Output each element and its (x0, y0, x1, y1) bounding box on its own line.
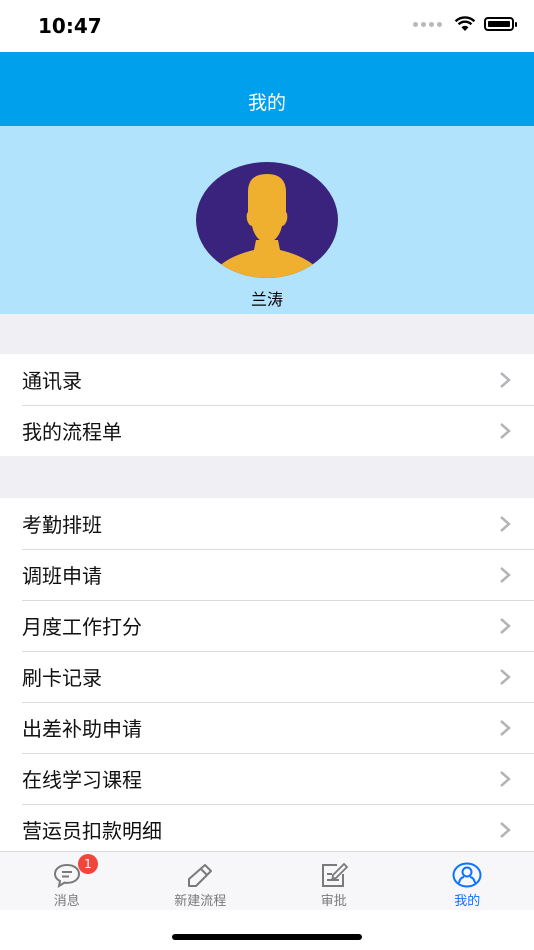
list-item-label: 调班申请 (22, 564, 102, 588)
profile-header: 兰涛 (0, 126, 534, 314)
tab-label: 消息 (53, 894, 80, 909)
list-item-shift-change[interactable]: 调班申请 (0, 549, 534, 600)
nav-bar: 我的 (0, 52, 534, 126)
user-name: 兰涛 (250, 290, 283, 309)
list-item-label: 刷卡记录 (22, 666, 102, 690)
tab-label: 审批 (320, 894, 347, 909)
list-item-attendance-schedule[interactable]: 考勤排班 (0, 498, 534, 549)
menu-group-1: 通讯录 我的流程单 (0, 354, 534, 456)
signal-icon (413, 21, 442, 27)
list-item-label: 考勤排班 (22, 513, 102, 537)
bottom-safe-area (0, 910, 534, 950)
list-item-label: 出差补助申请 (22, 717, 142, 741)
home-indicator[interactable] (172, 934, 362, 940)
pencil-icon (188, 864, 213, 887)
chevron-right-icon (500, 669, 511, 685)
user-circle-icon (452, 862, 482, 888)
tab-approval[interactable]: 审批 (267, 852, 401, 911)
chevron-right-icon (500, 771, 511, 787)
list-item-label: 在线学习课程 (22, 768, 142, 792)
chevron-right-icon (500, 618, 511, 634)
list-item-deduction-details[interactable]: 营运员扣款明细 (0, 804, 534, 855)
list-item-online-courses[interactable]: 在线学习课程 (0, 753, 534, 804)
battery-icon (484, 17, 517, 31)
list-item-label: 我的流程单 (22, 420, 122, 444)
status-time: 10:47 (38, 14, 102, 38)
tab-mine[interactable]: 我的 (401, 852, 534, 911)
list-item-my-workflows[interactable]: 我的流程单 (0, 405, 534, 456)
menu-group-2: 考勤排班 调班申请 月度工作打分 刷卡记录 出差补助申请 在线学习课程 营运员扣… (0, 498, 534, 855)
status-icons (413, 16, 517, 32)
tab-label: 新建流程 (174, 894, 227, 909)
chevron-right-icon (500, 423, 511, 439)
status-bar: 10:47 (0, 0, 534, 52)
wifi-icon (454, 16, 476, 31)
list-item-label: 月度工作打分 (22, 615, 142, 639)
avatar[interactable] (196, 162, 338, 278)
list-item-travel-allowance[interactable]: 出差补助申请 (0, 702, 534, 753)
tab-label: 我的 (454, 894, 481, 909)
tab-messages[interactable]: 1 消息 (0, 852, 134, 911)
chevron-right-icon (500, 822, 511, 838)
page-title: 我的 (247, 91, 286, 114)
list-item-contacts[interactable]: 通讯录 (0, 354, 534, 405)
unread-badge: 1 (78, 854, 98, 874)
list-item-label: 营运员扣款明细 (22, 819, 162, 843)
list-item-card-records[interactable]: 刷卡记录 (0, 651, 534, 702)
edit-doc-icon (321, 862, 349, 887)
tab-bar: 1 消息 新建流程 审批 我的 (0, 851, 534, 911)
list-item-monthly-score[interactable]: 月度工作打分 (0, 600, 534, 651)
tab-new-workflow[interactable]: 新建流程 (134, 852, 268, 911)
chevron-right-icon (500, 516, 511, 532)
chevron-right-icon (500, 720, 511, 736)
chevron-right-icon (500, 372, 511, 388)
list-item-label: 通讯录 (22, 369, 82, 393)
chevron-right-icon (500, 567, 511, 583)
